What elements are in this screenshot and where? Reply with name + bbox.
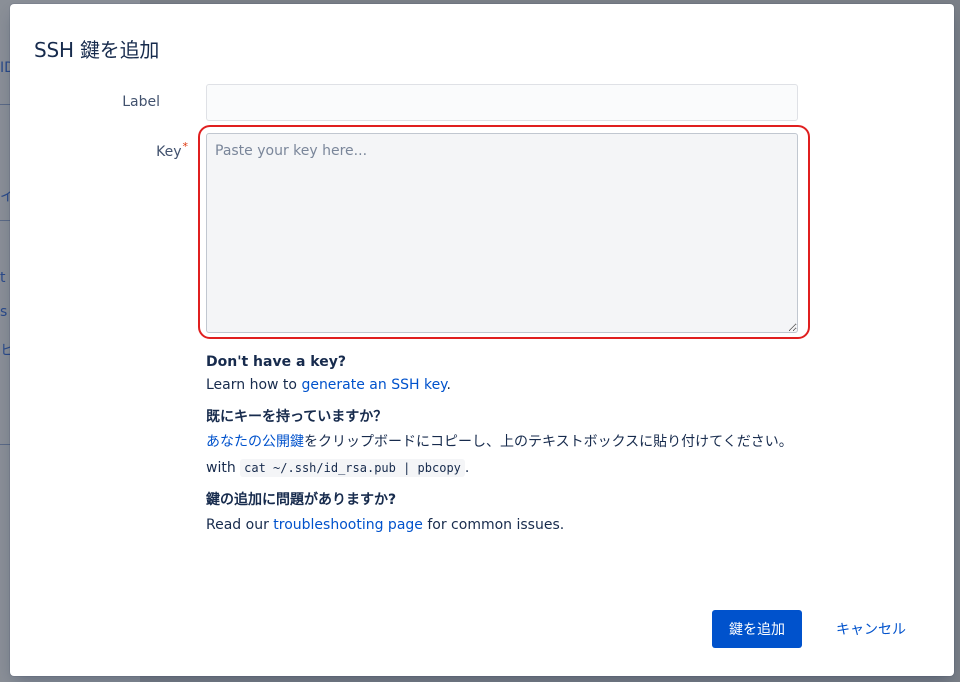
- background-divider: [0, 444, 10, 445]
- have-key-help: あなたの公開鍵をクリップボードにコピーし、上のテキストボックスに貼り付けてくださ…: [206, 432, 793, 452]
- copy-command-help: with cat ~/.ssh/id_rsa.pub | pbcopy.: [206, 458, 469, 478]
- key-field-label: Key*: [130, 140, 188, 160]
- problem-text-suffix: for common issues.: [422, 517, 565, 533]
- troubleshooting-link[interactable]: troubleshooting page: [273, 517, 423, 533]
- no-key-heading-text: Don't have a key?: [206, 354, 346, 370]
- background-divider: [0, 104, 10, 105]
- background-text: t: [0, 270, 6, 286]
- have-key-text: をクリップボードにコピーし、上のテキストボックスに貼り付けてください。: [304, 434, 793, 450]
- no-key-heading: Don't have a key?: [206, 352, 346, 372]
- no-key-text-prefix: Learn how to: [206, 377, 302, 393]
- problem-heading-text: 鍵の追加に問題がありますか?: [206, 492, 397, 508]
- generate-ssh-key-link[interactable]: generate an SSH key: [301, 377, 446, 393]
- label-input[interactable]: [206, 84, 798, 121]
- with-prefix: with: [206, 460, 241, 476]
- required-marker: *: [182, 140, 189, 153]
- problem-text-prefix: Read our: [206, 517, 274, 533]
- key-label-text: Key: [156, 144, 182, 160]
- problem-help: Read our troubleshooting page for common…: [206, 515, 564, 535]
- label-field-label: Label: [122, 94, 160, 110]
- cancel-button[interactable]: キャンセル: [822, 610, 920, 648]
- no-key-help: Learn how to generate an SSH key.: [206, 375, 451, 395]
- add-ssh-key-dialog: SSH 鍵を追加 Label Key* Don't have a key? Le…: [10, 4, 954, 676]
- copy-command: cat ~/.ssh/id_rsa.pub | pbcopy: [240, 459, 465, 477]
- no-key-text-suffix: .: [446, 377, 451, 393]
- dialog-title: SSH 鍵を追加: [34, 38, 160, 62]
- have-key-heading-text: 既にキーを持っていますか？: [206, 409, 388, 425]
- background-text: s: [0, 304, 8, 320]
- key-textarea[interactable]: [206, 133, 798, 333]
- public-key-link[interactable]: あなたの公開鍵: [206, 434, 304, 450]
- background-divider: [0, 220, 10, 221]
- add-key-button[interactable]: 鍵を追加: [712, 610, 802, 648]
- have-key-heading: 既にキーを持っていますか？: [206, 407, 387, 427]
- with-suffix: .: [464, 460, 470, 476]
- problem-heading: 鍵の追加に問題がありますか?: [206, 490, 396, 510]
